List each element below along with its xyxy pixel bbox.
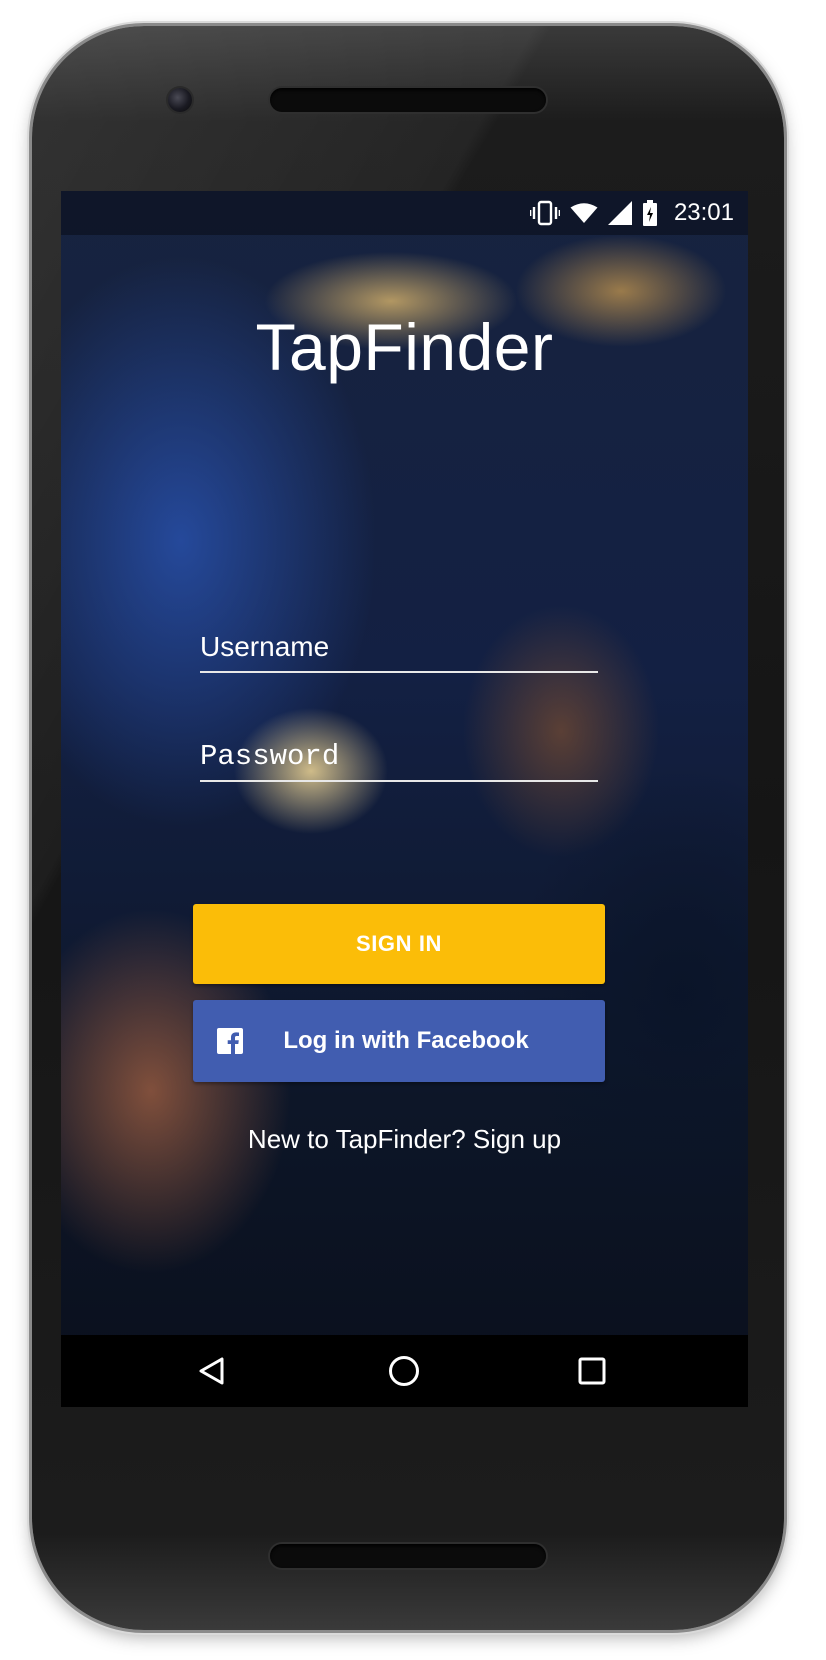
recents-button[interactable] [570,1349,614,1393]
password-field-container [200,732,598,782]
recents-icon [578,1357,606,1385]
wifi-icon [570,203,598,223]
battery-icon [642,200,657,226]
bottom-speaker [270,1544,546,1568]
back-button[interactable] [190,1349,234,1393]
front-camera [168,88,192,112]
sign-in-button[interactable]: SIGN IN [193,904,605,984]
signal-icon [607,201,632,225]
navigation-bar [61,1335,748,1407]
status-bar: 23:01 [61,191,748,235]
screen: 23:01 TapFinder SIGN IN Log in with Face… [61,191,748,1407]
top-speaker [270,88,546,112]
back-icon [199,1357,224,1385]
home-icon [389,1356,419,1386]
phone-frame: 23:01 TapFinder SIGN IN Log in with Face… [32,26,784,1630]
signup-link[interactable]: New to TapFinder? Sign up [61,1124,748,1155]
username-input[interactable] [200,623,598,671]
status-icons: 23:01 [529,191,734,235]
status-time: 23:01 [673,199,734,226]
username-field-container [200,623,598,673]
vibrate-icon [529,200,560,226]
password-input[interactable] [200,732,598,780]
facebook-login-label: Log in with Facebook [283,1027,529,1054]
app-title: TapFinder [255,310,554,384]
facebook-login-button[interactable]: Log in with Facebook [193,1000,605,1082]
facebook-icon [217,1028,243,1054]
home-button[interactable] [382,1349,426,1393]
